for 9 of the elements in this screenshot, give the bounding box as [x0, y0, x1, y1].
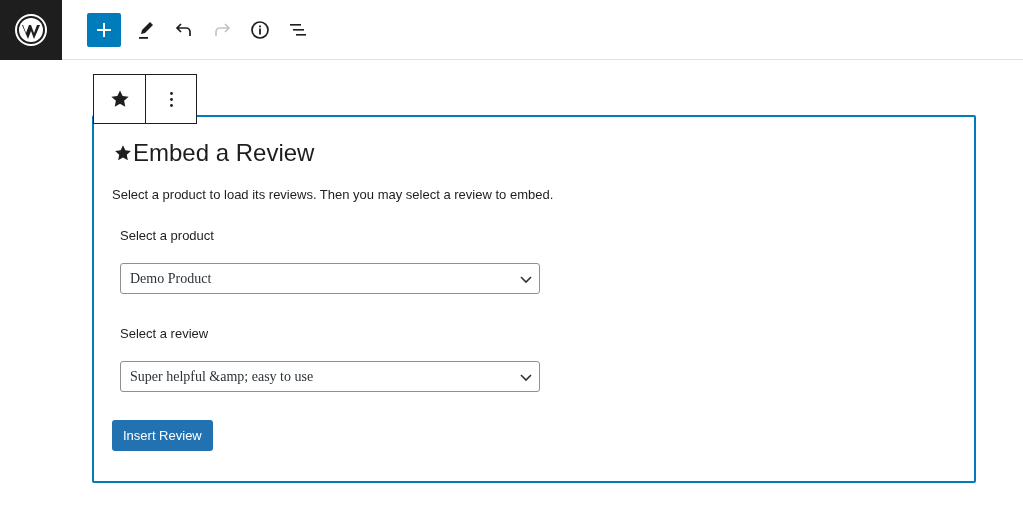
insert-review-button[interactable]: Insert Review [112, 420, 213, 451]
block-description: Select a product to load its reviews. Then you may select a review to embed. [112, 187, 555, 202]
field-label: Select a product [120, 228, 215, 243]
wordpress-logo[interactable] [0, 0, 62, 60]
field-label: Select a review [120, 326, 210, 341]
block-title: Embed a Review [133, 139, 315, 167]
select-field[interactable]: Super helpful &amp; easy to use [120, 361, 540, 392]
select-field[interactable]: Demo Product [120, 263, 540, 294]
more-icon [169, 91, 173, 107]
